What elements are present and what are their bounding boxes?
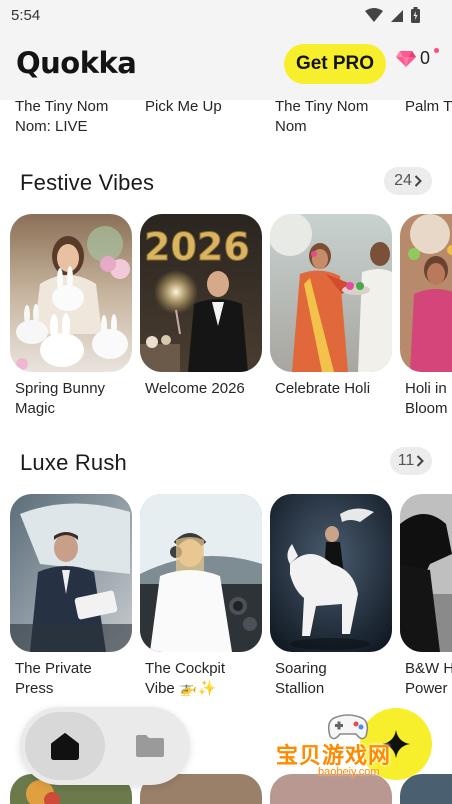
status-time: 5:54 xyxy=(11,7,41,24)
gem-count: 0 xyxy=(420,48,431,68)
template-card[interactable] xyxy=(400,494,452,652)
section-see-all-button[interactable]: 11 xyxy=(390,447,432,475)
previous-row-labels: The Tiny Nom Nom: LIVE Pick Me Up The Ti… xyxy=(0,100,452,143)
card-thumbnail xyxy=(10,494,132,652)
card-thumbnail xyxy=(140,494,262,652)
template-card[interactable] xyxy=(400,214,452,372)
battery-icon xyxy=(411,7,420,23)
status-icons xyxy=(365,7,420,23)
app-logo: Quokka xyxy=(16,46,137,80)
notification-dot xyxy=(434,48,439,53)
template-card[interactable] xyxy=(270,214,392,372)
card-thumbnail xyxy=(270,494,392,652)
card-thumbnail xyxy=(270,774,392,804)
create-fab-button[interactable] xyxy=(360,708,432,780)
template-card[interactable] xyxy=(270,494,392,652)
card-label: The Tiny Nom Nom: LIVE xyxy=(15,100,109,135)
card-label: The Tiny Nom Nom xyxy=(275,100,369,135)
section-title: Festive Vibes xyxy=(20,170,155,195)
gem-icon xyxy=(396,50,416,67)
card-thumbnail: 2026 xyxy=(140,214,262,372)
section-title: Luxe Rush xyxy=(20,450,127,475)
card-label: Celebrate Holi xyxy=(275,380,371,397)
card-thumbnail xyxy=(270,214,392,372)
signal-icon xyxy=(391,9,403,22)
template-card[interactable] xyxy=(140,494,262,652)
app-screen: 5:54 Quokka Get PRO 0 The Tiny Nom Nom: … xyxy=(0,0,452,804)
template-card[interactable] xyxy=(400,774,452,804)
nav-home-button[interactable] xyxy=(25,712,105,780)
card-thumbnail xyxy=(400,214,452,372)
bottom-navigation xyxy=(20,707,190,785)
home-icon xyxy=(51,733,79,760)
home-feed[interactable]: The Tiny Nom Nom: LIVE Pick Me Up The Ti… xyxy=(0,100,452,804)
template-card[interactable]: 2026 xyxy=(140,214,262,372)
template-card[interactable] xyxy=(10,214,132,372)
app-header: Quokka Get PRO 0 xyxy=(0,32,452,100)
chevron-right-icon xyxy=(417,455,425,467)
card-label: Spring Bunny Magic xyxy=(15,380,106,417)
card-label: The Cockpit Vibe 🚁✨ xyxy=(145,660,226,697)
template-card[interactable] xyxy=(10,494,132,652)
section-see-all-button[interactable]: 24 xyxy=(384,167,432,195)
card-label: Soaring Stallion xyxy=(275,660,327,697)
status-bar: 5:54 xyxy=(0,0,452,32)
sparkle-icon xyxy=(382,730,410,758)
nav-folder-button[interactable] xyxy=(118,712,182,780)
section-count: 24 xyxy=(394,172,412,189)
chevron-right-icon xyxy=(414,175,422,187)
card-thumbnail xyxy=(400,494,452,652)
card-label: Pick Me Up xyxy=(145,100,222,115)
get-pro-button[interactable]: Get PRO xyxy=(284,44,386,84)
card-thumbnail xyxy=(10,214,132,372)
folder-icon xyxy=(136,735,164,757)
template-card[interactable] xyxy=(270,774,392,804)
card-label: Holi in Bloom xyxy=(405,380,448,417)
card-label: B&W H Power xyxy=(405,660,452,697)
gem-balance[interactable]: 0 xyxy=(396,48,439,69)
wifi-icon xyxy=(365,7,383,22)
section-count: 11 xyxy=(397,452,415,469)
card-label: Welcome 2026 xyxy=(145,380,245,397)
svg-text:2026: 2026 xyxy=(144,225,250,269)
card-label: Palm T xyxy=(405,100,452,115)
card-thumbnail xyxy=(400,774,452,804)
card-label: The Private Press xyxy=(15,660,92,697)
